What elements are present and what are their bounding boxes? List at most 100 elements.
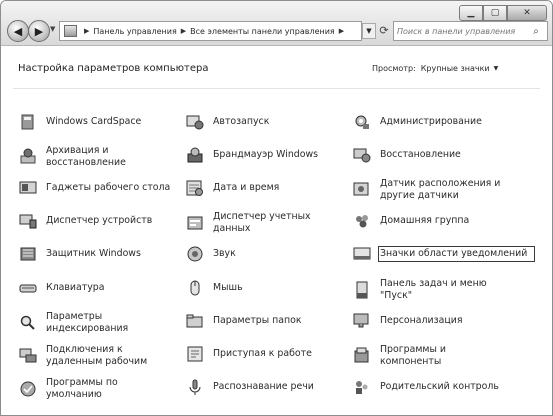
address-bar[interactable]: ▶ Панель управления ▶ Все элементы панел… bbox=[59, 21, 362, 41]
keyboard-icon bbox=[18, 278, 38, 298]
control-panel-item-label: Распознавание речи bbox=[213, 381, 314, 392]
control-panel-item[interactable]: Мышь bbox=[185, 278, 341, 298]
control-panel-item[interactable]: Программы по умолчанию bbox=[18, 377, 174, 401]
refresh-button[interactable]: ⟳ bbox=[376, 23, 392, 37]
control-panel-item-label: Домашняя группа bbox=[380, 215, 470, 226]
control-panel-item[interactable]: Windows CardSpace bbox=[18, 112, 174, 132]
control-panel-item-label: Родительский контроль bbox=[380, 381, 499, 392]
control-panel-item-label: Защитник Windows bbox=[46, 248, 141, 259]
control-panel-item[interactable]: Панель задач и меню "Пуск" bbox=[352, 278, 508, 302]
control-panel-item[interactable]: Приступая к работе bbox=[185, 344, 341, 364]
control-panel-item-label: Windows CardSpace bbox=[46, 116, 142, 127]
personalization-icon bbox=[352, 311, 372, 331]
gadgets-icon bbox=[18, 178, 38, 198]
default-programs-icon bbox=[18, 379, 38, 399]
control-panel-item[interactable]: Защитник Windows bbox=[18, 244, 174, 264]
control-panel-item[interactable]: Брандмауэр Windows bbox=[185, 145, 341, 165]
admin-tools-icon bbox=[352, 112, 372, 132]
control-panel-item[interactable]: Администрирование bbox=[352, 112, 508, 132]
recent-pages-dropdown[interactable]: ▼ bbox=[50, 25, 55, 33]
control-panel-item[interactable]: Диспетчер учетных данных bbox=[185, 211, 341, 235]
content-area: Настройка параметров компьютера Просмотр… bbox=[1, 46, 552, 415]
datetime-icon bbox=[185, 178, 205, 198]
control-panel-item-label: Автозапуск bbox=[213, 116, 270, 127]
control-panel-item[interactable]: Дата и время bbox=[185, 178, 341, 198]
control-panel-item[interactable]: Гаджеты рабочего стола bbox=[18, 178, 174, 198]
control-panel-item-label: Подключения к удаленным рабочим bbox=[46, 344, 148, 367]
autoplay-icon bbox=[185, 112, 205, 132]
control-panel-item-label: Мышь bbox=[213, 282, 243, 293]
control-panel-item[interactable]: Автозапуск bbox=[185, 112, 341, 132]
control-panel-item[interactable]: Программы и компоненты bbox=[352, 344, 508, 368]
remote-desktop-icon bbox=[18, 346, 38, 366]
control-panel-item[interactable]: Параметры папок bbox=[185, 311, 341, 331]
control-panel-item-label: Архивация и восстановление bbox=[46, 145, 126, 168]
control-panel-item-label: Брандмауэр Windows bbox=[213, 149, 319, 160]
firewall-icon bbox=[185, 145, 205, 165]
device-manager-icon bbox=[18, 211, 38, 231]
control-panel-item-label: Приступая к работе bbox=[213, 348, 312, 359]
navigation-bar: ◀ ▶ ▼ ▶ Панель управления ▶ Все элементы… bbox=[5, 19, 550, 43]
indexing-icon bbox=[18, 313, 38, 333]
taskbar-icon bbox=[352, 280, 372, 300]
control-panel-item-label: Администрирование bbox=[380, 116, 482, 127]
control-panel-item-label: Программы и компоненты bbox=[380, 344, 446, 367]
divider bbox=[13, 88, 540, 89]
homegroup-icon bbox=[352, 211, 372, 231]
search-box[interactable]: ⌕ bbox=[393, 21, 548, 41]
control-panel-item-label: Восстановление bbox=[380, 149, 461, 160]
breadcrumb-all-items[interactable]: Все элементы панели управления bbox=[190, 27, 335, 36]
cardspace-icon bbox=[18, 112, 38, 132]
control-panel-item[interactable]: Датчик расположения и другие датчики bbox=[352, 178, 508, 202]
back-button[interactable]: ◀ bbox=[7, 20, 29, 42]
programs-features-icon bbox=[352, 346, 372, 366]
control-panel-item[interactable]: Распознавание речи bbox=[185, 377, 341, 397]
back-arrow-icon: ◀ bbox=[13, 24, 23, 38]
location-sensor-icon bbox=[352, 180, 372, 200]
forward-button[interactable]: ▶ bbox=[28, 20, 50, 42]
view-by-dropdown[interactable]: Крупные значки bbox=[421, 64, 490, 73]
view-by-label: Просмотр: bbox=[372, 64, 416, 73]
control-panel-icon bbox=[64, 25, 77, 37]
control-panel-item[interactable]: Персонализация bbox=[352, 311, 508, 331]
control-panel-item-label: Программы по умолчанию bbox=[46, 377, 118, 400]
control-panel-item-label: Параметры папок bbox=[213, 315, 302, 326]
backup-icon bbox=[18, 147, 38, 167]
title-bar: ▁ ▢ ✕ ◀ ▶ ▼ ▶ Панель управления ▶ Все эл… bbox=[1, 1, 552, 46]
control-panel-item[interactable]: Значки области уведомлений bbox=[352, 244, 535, 264]
control-panel-item-label: Персонализация bbox=[380, 315, 463, 326]
control-panel-item-label: Параметры индексирования bbox=[46, 311, 129, 334]
control-panel-item-label: Гаджеты рабочего стола bbox=[46, 182, 171, 193]
control-panel-item-label: Панель задач и меню "Пуск" bbox=[380, 278, 487, 301]
control-panel-item[interactable]: Архивация и восстановление bbox=[18, 145, 174, 169]
address-dropdown-button[interactable]: ▼ bbox=[362, 23, 376, 39]
breadcrumb-control-panel[interactable]: Панель управления bbox=[93, 27, 176, 36]
speech-icon bbox=[185, 377, 205, 397]
parental-controls-icon bbox=[352, 377, 372, 397]
control-panel-item-label: Диспетчер устройств bbox=[46, 215, 153, 226]
chevron-right-icon[interactable]: ▶ bbox=[84, 27, 89, 35]
control-panel-item[interactable]: Клавиатура bbox=[18, 278, 174, 298]
control-panel-item[interactable]: Родительский контроль bbox=[352, 377, 508, 397]
control-panel-item[interactable]: Параметры индексирования bbox=[18, 311, 174, 335]
control-panel-item[interactable]: Диспетчер устройств bbox=[18, 211, 174, 231]
control-panel-item-label: Датчик расположения и другие датчики bbox=[380, 178, 501, 201]
chevron-down-icon[interactable]: ▼ bbox=[494, 65, 499, 72]
chevron-right-icon[interactable]: ▶ bbox=[339, 27, 344, 35]
sound-icon bbox=[185, 244, 205, 264]
control-panel-item-label: Диспетчер учетных данных bbox=[213, 211, 311, 234]
control-panel-item[interactable]: Восстановление bbox=[352, 145, 508, 165]
defender-icon bbox=[18, 244, 38, 264]
control-panel-item[interactable]: Домашняя группа bbox=[352, 211, 508, 231]
refresh-icon: ⟳ bbox=[379, 23, 389, 37]
control-panel-item-label: Значки области уведомлений bbox=[378, 246, 535, 262]
view-by: Просмотр: Крупные значки ▼ bbox=[372, 64, 498, 73]
search-icon[interactable]: ⌕ bbox=[529, 26, 543, 37]
page-title: Настройка параметров компьютера bbox=[18, 63, 209, 74]
search-input[interactable] bbox=[394, 26, 529, 36]
control-panel-item[interactable]: Подключения к удаленным рабочим bbox=[18, 344, 174, 368]
chevron-right-icon[interactable]: ▶ bbox=[181, 27, 186, 35]
control-panel-item[interactable]: Звук bbox=[185, 244, 341, 264]
recovery-icon bbox=[352, 145, 372, 165]
getting-started-icon bbox=[185, 344, 205, 364]
